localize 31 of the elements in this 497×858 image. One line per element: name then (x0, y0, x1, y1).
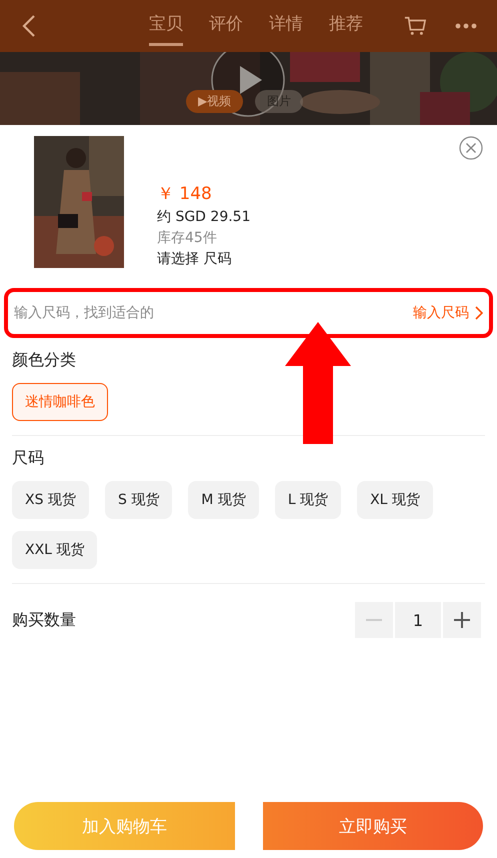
option-chip[interactable]: L 现货 (274, 481, 342, 519)
converted-price: 约 SGD 29.51 (157, 208, 252, 226)
more-icon[interactable] (455, 23, 477, 29)
media-tab[interactable]: ▶视频 (186, 90, 244, 113)
option-chip[interactable]: S 现货 (104, 481, 172, 519)
quantity-label: 购买数量 (12, 610, 76, 630)
chevron-icon (475, 306, 483, 320)
buy-now-button[interactable]: 立即购买 (262, 802, 483, 850)
option-chip[interactable]: 迷情咖啡色 (12, 383, 108, 421)
tab[interactable]: 评价 (209, 6, 243, 46)
increase-button[interactable] (443, 602, 481, 638)
option-chip[interactable]: XS 现货 (12, 481, 89, 519)
selection-prompt: 请选择 尺码 (157, 250, 232, 268)
size-link[interactable]: 输入尺码 (413, 304, 483, 322)
quantity-field[interactable]: 1 (395, 602, 441, 638)
stock-count: 库存45件 (157, 229, 218, 247)
minus-icon (366, 619, 382, 621)
close-icon[interactable] (459, 136, 483, 160)
option-chip[interactable]: XXL 现货 (12, 531, 98, 569)
back-icon[interactable] (22, 14, 36, 38)
price: ￥ 148 (157, 183, 213, 205)
option-chip[interactable]: XL 现货 (357, 481, 433, 519)
section-title: 颜色分类 (12, 350, 77, 371)
option-chip[interactable]: M 现货 (188, 481, 259, 519)
cart-icon[interactable] (403, 15, 427, 37)
tab[interactable]: 推荐 (329, 6, 363, 46)
size-hint: 输入尺码，找到适合的 (14, 304, 154, 322)
tab[interactable]: 详情 (269, 6, 303, 46)
tab[interactable]: 宝贝 (149, 6, 183, 46)
plus-icon (454, 612, 470, 628)
section-title: 尺码 (12, 448, 45, 469)
